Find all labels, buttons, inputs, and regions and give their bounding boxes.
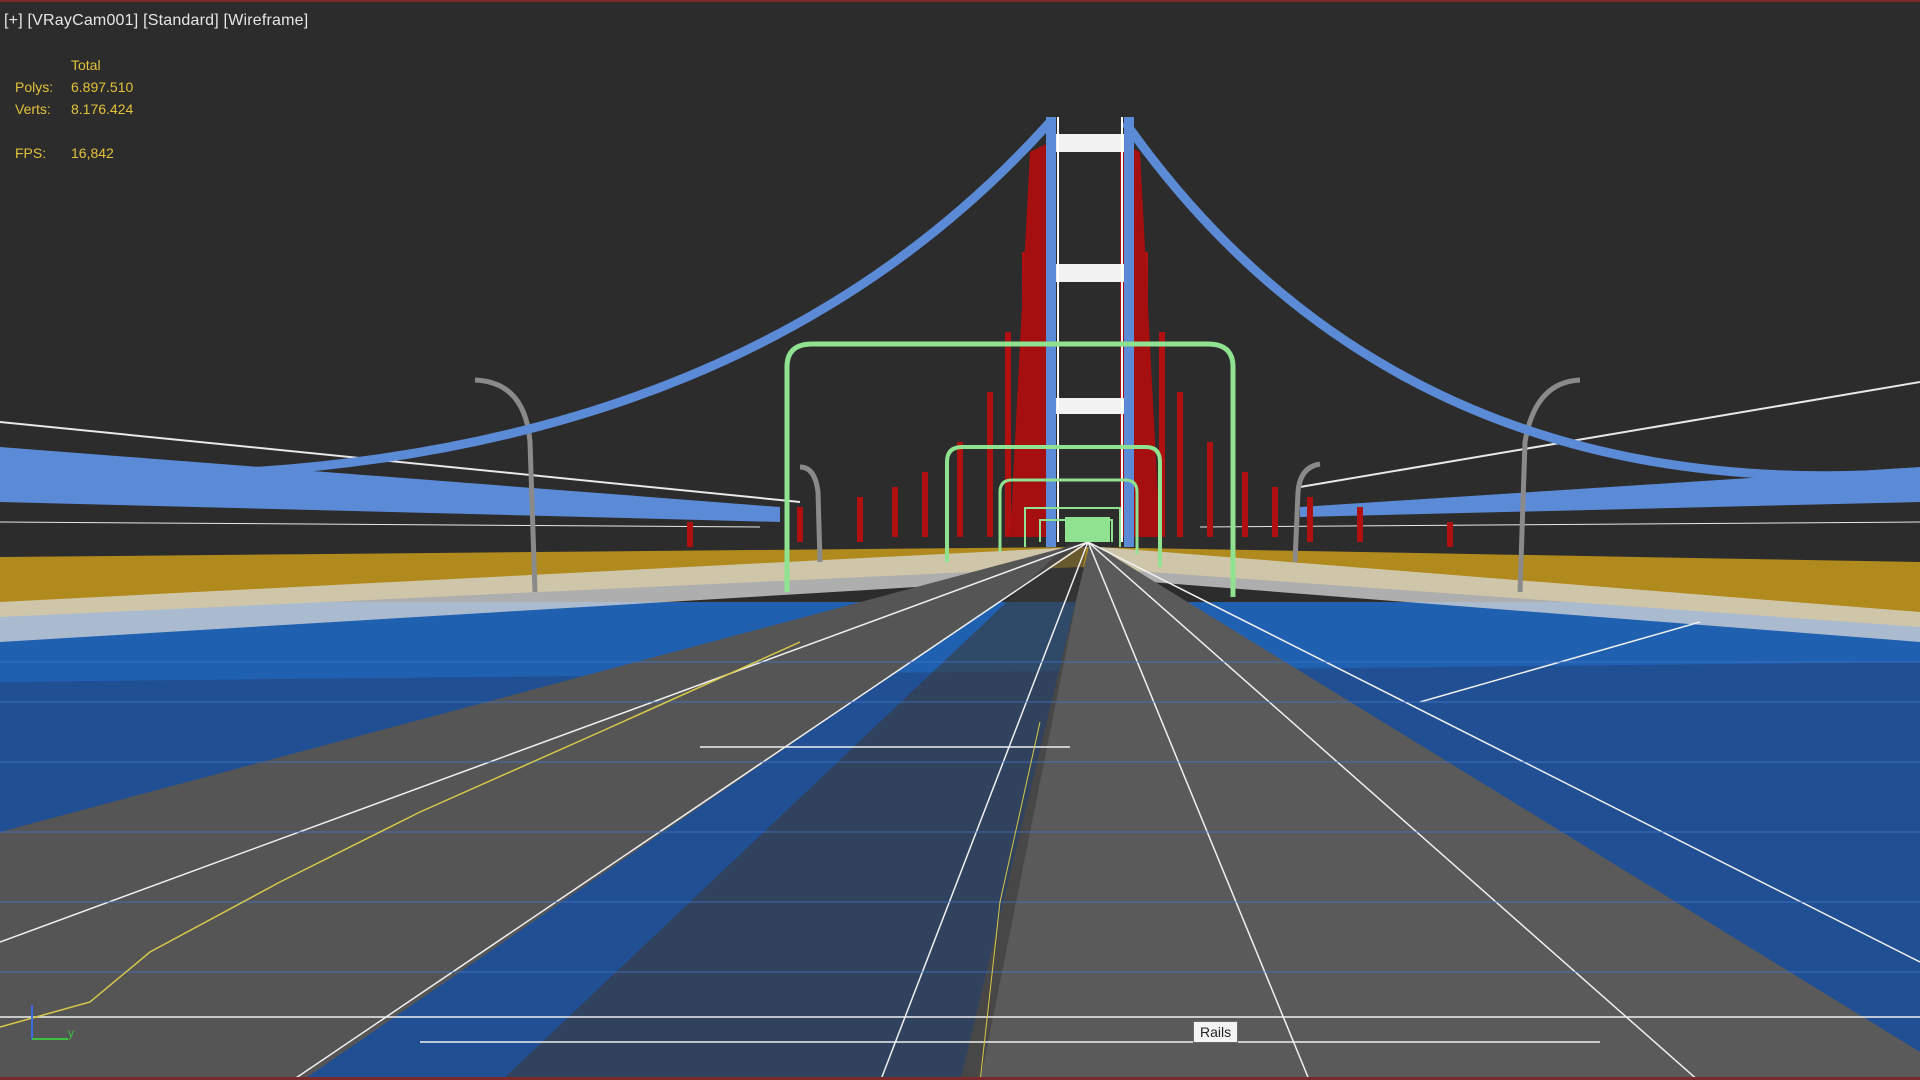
viewport-shading-standard[interactable]: [Standard]: [143, 12, 219, 29]
viewport-label[interactable]: [+] [VRayCam001] [Standard] [Wireframe]: [4, 12, 308, 30]
tower-base-light: [1065, 517, 1110, 542]
stats-polys-value: 6.897.510: [71, 79, 134, 95]
viewport-shading-wireframe[interactable]: [Wireframe]: [224, 12, 309, 29]
stats-fps-value: 16,842: [71, 145, 114, 161]
object-tooltip: Rails: [1193, 1021, 1239, 1043]
stats-row-verts: Verts: 8.176.424: [15, 98, 133, 120]
stats-fps-key: FPS:: [15, 145, 47, 161]
main-cables: [0, 118, 1920, 481]
stats-verts-value: 8.176.424: [71, 101, 134, 117]
gizmo-y-label: y: [68, 1026, 74, 1040]
stats-row-fps: FPS: 16,842: [15, 142, 133, 164]
viewport-menu-plus[interactable]: [+]: [4, 12, 23, 29]
stats-verts-key: Verts:: [15, 101, 51, 117]
axis-gizmo-icon: y: [31, 1005, 74, 1040]
hangers: [687, 192, 1453, 547]
hanger-fill-left: [1010, 142, 1050, 537]
stats-overlay: Total Polys: 6.897.510 Verts: 8.176.424 FP…: [15, 54, 133, 164]
wireframe-scene: [0, 117, 1920, 1077]
3d-viewport[interactable]: [+] [VRayCam001] [Standard] [Wireframe] …: [0, 0, 1920, 1080]
viewport-camera-menu[interactable]: [VRayCam001]: [28, 12, 139, 29]
stats-header: Total: [71, 57, 101, 73]
stats-polys-key: Polys:: [15, 79, 54, 95]
stats-row-polys: Polys: 6.897.510: [15, 76, 133, 98]
